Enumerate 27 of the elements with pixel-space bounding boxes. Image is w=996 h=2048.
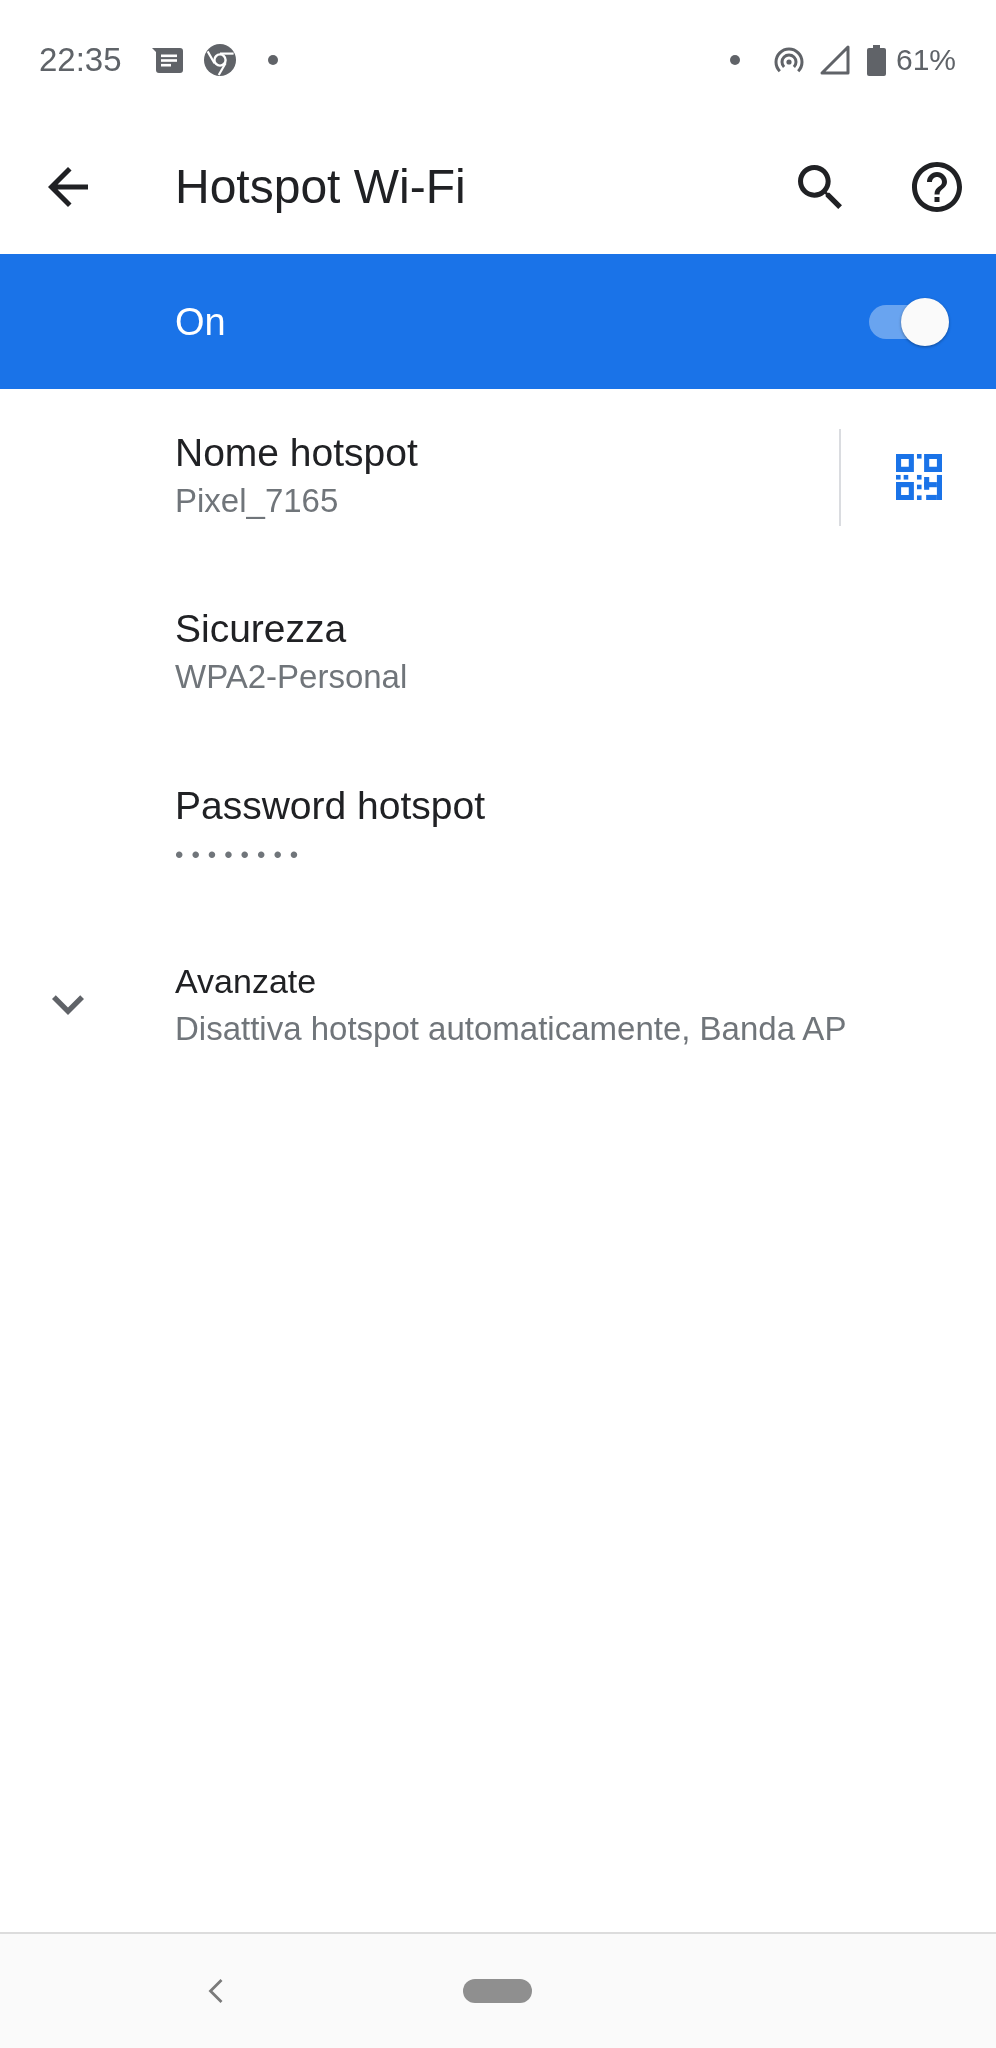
setting-summary: Pixel_7165 — [175, 481, 339, 521]
help-icon[interactable] — [912, 162, 962, 212]
status-time: 22:35 — [39, 40, 122, 80]
battery-icon — [866, 44, 886, 76]
setting-title: Password hotspot — [175, 783, 485, 829]
battery-percent: 61% — [895, 42, 956, 78]
notification-dot-icon — [729, 55, 740, 65]
page-title: Hotspot Wi-Fi — [175, 159, 467, 215]
qr-code-icon[interactable] — [895, 454, 942, 500]
setting-title: Sicurezza — [175, 606, 347, 652]
switch-label: On — [175, 299, 226, 345]
toggle-switch[interactable] — [869, 297, 949, 346]
round-logo-icon — [203, 44, 236, 76]
message-icon — [151, 47, 183, 73]
search-icon[interactable] — [798, 165, 842, 209]
notification-dot-icon — [267, 55, 278, 65]
home-handle-icon[interactable] — [463, 1979, 532, 2003]
signal-icon — [819, 45, 850, 75]
back-arrow-icon[interactable] — [48, 167, 88, 207]
setting-title: Nome hotspot — [175, 430, 418, 476]
setting-summary: Disattiva hotspot automaticamente, Banda AP — [175, 1009, 847, 1049]
hotspot-icon — [772, 46, 805, 74]
setting-summary: WPA2-Personal — [175, 657, 408, 697]
masked-password: •••••••• — [175, 840, 307, 870]
nav-back-icon[interactable] — [208, 1978, 224, 2004]
chevron-down-icon[interactable] — [52, 995, 84, 1015]
setting-title: Avanzate — [175, 961, 317, 1002]
